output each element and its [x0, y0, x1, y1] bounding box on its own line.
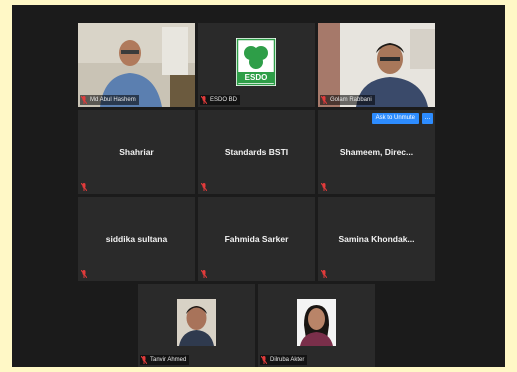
participant-name-bar: Golam Rabbani — [320, 95, 375, 105]
muted-mic-icon — [81, 96, 87, 104]
muted-mic-icon — [201, 183, 207, 191]
muted-mic-icon — [261, 356, 267, 364]
muted-mic-icon — [141, 356, 147, 364]
participant-name-bar: Dilruba Akter — [260, 355, 308, 365]
participant-name: Tanvir Ahmed — [150, 357, 187, 363]
muted-mic-icon — [201, 270, 207, 278]
participant-name: Md Abul Hashem — [90, 97, 136, 103]
participant-name: ESDO BD — [210, 97, 238, 103]
participant-name: siddika sultana — [105, 234, 168, 244]
participant-tile-md-abul-hashem[interactable]: Md Abul Hashem — [78, 23, 195, 107]
esdo-logo-text: ESDO — [244, 73, 268, 82]
participant-name-bar: Tanvir Ahmed — [140, 355, 190, 365]
participant-name-bar: ESDO BD — [200, 95, 241, 105]
participant-name: Samina Khondak... — [338, 234, 415, 244]
ask-to-unmute-button[interactable]: Ask to Unmute — [371, 113, 419, 124]
participant-tile-shahriar[interactable]: Shahriar — [78, 110, 195, 194]
participant-name: Dilruba Akter — [270, 357, 305, 363]
participant-name: Standards BSTI — [224, 147, 289, 157]
participant-name-bar: Md Abul Hashem — [80, 95, 139, 105]
participant-name: Shameem, Direc... — [339, 147, 414, 157]
participant-photo — [177, 299, 216, 346]
muted-mic-icon — [81, 183, 87, 191]
participant-tile-tanvir-ahmed[interactable]: Tanvir Ahmed — [138, 284, 255, 367]
participant-tile-samina-khondaker[interactable]: Samina Khondak... — [318, 197, 435, 281]
participant-photo — [297, 299, 336, 346]
participant-tile-dilruba-akter[interactable]: Dilruba Akter — [258, 284, 375, 367]
participant-tile-golam-rabbani[interactable]: Golam Rabbani — [318, 23, 435, 107]
participant-tile-esdo-bd[interactable]: ESDO ESDO BD — [198, 23, 315, 107]
muted-mic-icon — [321, 96, 327, 104]
participant-name: Shahriar — [119, 147, 154, 157]
gallery-view: Md Abul Hashem ESDO ESDO BD Golam Rabban… — [12, 5, 505, 367]
participant-tile-shameem[interactable]: Ask to Unmute ... Shameem, Direc... — [318, 110, 435, 194]
muted-mic-icon — [201, 96, 207, 104]
participant-tile-standards-bsti[interactable]: Standards BSTI — [198, 110, 315, 194]
more-options-button[interactable]: ... — [422, 113, 433, 124]
muted-mic-icon — [321, 270, 327, 278]
participant-name: Golam Rabbani — [330, 97, 372, 103]
muted-mic-icon — [81, 270, 87, 278]
participant-tile-fahmida-sarker[interactable]: Fahmida Sarker — [198, 197, 315, 281]
participant-name: Fahmida Sarker — [224, 234, 289, 244]
participant-tile-siddika-sultana[interactable]: siddika sultana — [78, 197, 195, 281]
muted-mic-icon — [321, 183, 327, 191]
